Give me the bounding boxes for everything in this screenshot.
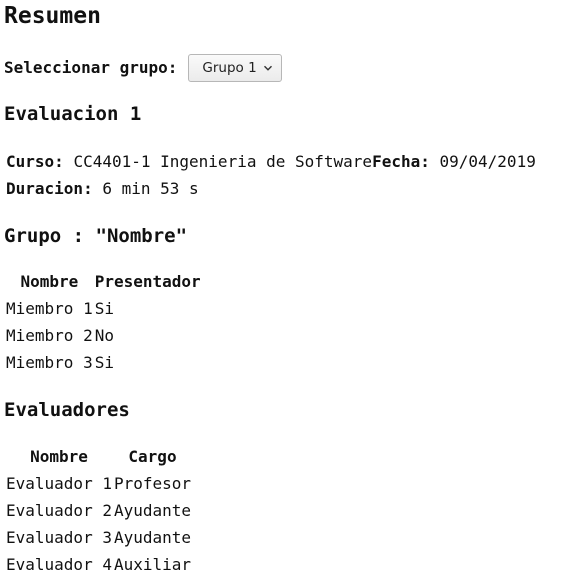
evaluator-role: Auxiliar	[113, 555, 192, 574]
group-select[interactable]: Grupo 1	[188, 54, 283, 82]
evaluator-name: Evaluador 2	[6, 501, 112, 520]
date-value: 09/04/2019	[439, 152, 536, 171]
duration-label: Duracion:	[6, 179, 93, 198]
course-label: Curso:	[6, 152, 64, 171]
member-presenter: No	[94, 326, 114, 345]
duration-line: Duracion: 6 min 53 s	[6, 179, 199, 199]
group-select-label: Seleccionar grupo:	[4, 58, 178, 77]
table-row: Miembro 3 Si	[6, 353, 201, 373]
member-name: Miembro 2	[6, 326, 93, 345]
evaluator-role: Ayudante	[113, 501, 192, 520]
evaluators-table: Nombre Cargo Evaluador 1 Profesor Evalua…	[4, 440, 193, 581]
evaluator-name: Evaluador 3	[6, 528, 112, 547]
chevron-down-icon	[263, 65, 272, 71]
date-label: Fecha:	[372, 152, 430, 171]
course-date-line: Curso: CC4401-1 Ingenieria de SoftwareFe…	[6, 152, 536, 172]
group-members-table: Nombre Presentador Miembro 1 Si Miembro …	[4, 265, 203, 380]
column-header-nombre: Nombre	[20, 272, 79, 291]
duration-value: 6 min 53 s	[102, 179, 199, 198]
member-presenter: Si	[94, 353, 114, 372]
table-row: Miembro 1 Si	[6, 299, 201, 319]
summary-page: Resumen Seleccionar grupo: Grupo 1 Evalu…	[0, 0, 582, 581]
group-title: Grupo : "Nombre"	[4, 225, 188, 247]
table-row: Miembro 2 No	[6, 326, 201, 346]
column-header-presentador: Presentador	[94, 272, 201, 291]
column-header-nombre: Nombre	[30, 447, 88, 466]
group-select-value: Grupo 1	[202, 60, 257, 76]
table-row: Evaluador 3 Ayudante	[6, 528, 191, 548]
evaluator-name: Evaluador 1	[6, 474, 112, 493]
member-presenter: Si	[94, 299, 114, 318]
page-title: Resumen	[4, 3, 101, 29]
member-name: Miembro 3	[6, 353, 93, 372]
table-row: Evaluador 1 Profesor	[6, 474, 191, 494]
evaluation-title: Evaluacion 1	[4, 103, 142, 125]
course-value: CC4401-1 Ingenieria de Software	[73, 152, 373, 171]
table-row: Evaluador 2 Ayudante	[6, 501, 191, 521]
group-select-row: Seleccionar grupo: Grupo 1	[4, 53, 283, 83]
member-name: Miembro 1	[6, 299, 93, 318]
table-header-row: Nombre Cargo	[6, 447, 191, 467]
evaluator-role: Ayudante	[113, 528, 192, 547]
table-header-row: Nombre Presentador	[6, 272, 201, 292]
evaluator-name: Evaluador 4	[6, 555, 112, 574]
evaluator-role: Profesor	[113, 474, 192, 493]
table-row: Evaluador 4 Auxiliar	[6, 555, 191, 575]
column-header-cargo: Cargo	[128, 447, 177, 466]
evaluators-title: Evaluadores	[4, 399, 130, 421]
